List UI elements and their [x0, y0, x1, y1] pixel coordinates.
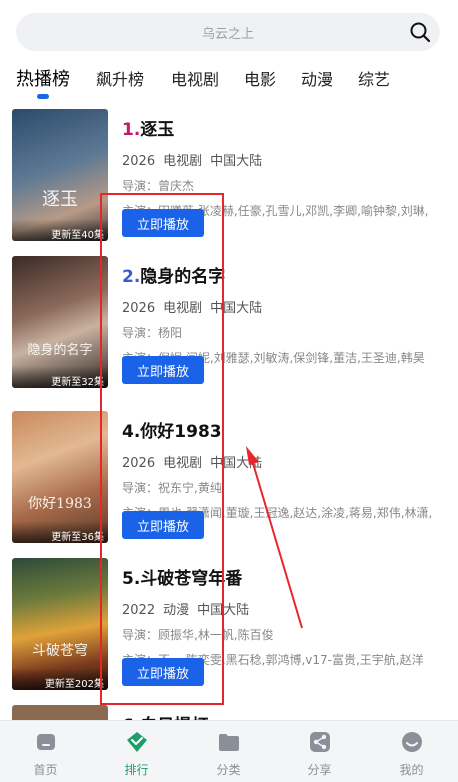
item-type: 电视剧	[163, 301, 203, 316]
poster-image[interactable]	[12, 705, 108, 720]
search-placeholder: 乌云之上	[201, 27, 254, 42]
poster-title: 你好1983	[28, 496, 92, 512]
rank-number: 2.	[122, 267, 141, 287]
item-title-row[interactable]: 5.斗破苍穹年番	[122, 564, 442, 589]
item-title-row[interactable]: 4.你好1983	[122, 417, 442, 442]
play-button[interactable]: 立即播放	[122, 209, 204, 237]
tabbar-label: 分享	[307, 763, 332, 777]
list-item[interactable]: 你好1983 更新至36集 4.你好1983 2026 电视剧 中国大陆 导演：祝东…	[0, 407, 458, 547]
item-info: 2.隐身的名字 2026 电视剧 中国大陆 导演：杨阳 主演：倪妮,闫妮,刘雅瑟,刘…	[122, 262, 442, 366]
tabbar-category[interactable]: 分类	[183, 721, 274, 782]
share-icon	[310, 732, 330, 752]
tabbar-home[interactable]: 首页	[0, 721, 91, 782]
update-badge: 更新至202集	[12, 668, 108, 690]
item-director: 导演：曾庆杰	[122, 179, 195, 193]
folder-icon	[219, 734, 239, 751]
tab-variety[interactable]: 综艺	[358, 66, 390, 90]
item-title: 你好1983	[140, 422, 222, 442]
item-region: 中国大陆	[210, 301, 263, 316]
tab-anime[interactable]: 动漫	[301, 66, 333, 90]
rank-number: 4.	[122, 422, 141, 442]
item-director: 导演：顾振华,林一帆,陈百俊	[122, 628, 274, 642]
play-button[interactable]: 立即播放	[122, 658, 204, 686]
profile-icon	[402, 732, 422, 752]
list-item[interactable]: 逐玉 更新至40集 1.逐玉 2026 电视剧 中国大陆 导演：曾庆杰 主演：田曦薇…	[0, 105, 458, 245]
list-item[interactable]: 斗破苍穹 更新至202集 5.斗破苍穹年番 2022 动漫 中国大陆 导演：顾振华,…	[0, 554, 458, 694]
list-item[interactable]: 隐身的名字 更新至32集 2.隐身的名字 2026 电视剧 中国大陆 导演：杨阳 主…	[0, 252, 458, 392]
poster-title: 斗破苍穹	[32, 643, 88, 659]
rank-number: 5.	[122, 569, 141, 589]
item-meta: 2026 电视剧 中国大陆	[122, 452, 442, 471]
item-meta: 2026 电视剧 中国大陆	[122, 150, 442, 169]
item-title-row[interactable]: 2.隐身的名字	[122, 262, 442, 287]
item-year: 2022	[122, 603, 156, 618]
item-info: 1.逐玉 2026 电视剧 中国大陆 导演：曾庆杰 主演：田曦薇,张凌赫,任豪,孔雪…	[122, 115, 442, 219]
item-meta: 2026 电视剧 中国大陆	[122, 297, 442, 316]
item-year: 2026	[122, 301, 156, 316]
item-info: 4.你好1983 2026 电视剧 中国大陆 导演：祝东宁,黄纯 主演：周也,翟潇闻…	[122, 417, 442, 521]
rank-number: 1.	[122, 120, 141, 140]
home-icon	[37, 734, 55, 750]
poster-image[interactable]: 斗破苍穹 更新至202集	[12, 558, 108, 690]
item-type: 电视剧	[163, 456, 203, 471]
tab-indicator	[37, 94, 49, 99]
item-title[interactable]: 6.白日提灯	[122, 711, 208, 720]
item-type: 电视剧	[163, 154, 203, 169]
tabbar-label: 我的	[399, 763, 424, 777]
item-year: 2026	[122, 456, 156, 471]
tab-rising[interactable]: 飙升榜	[96, 66, 144, 90]
ranking-list: 逐玉 更新至40集 1.逐玉 2026 电视剧 中国大陆 导演：曾庆杰 主演：田曦薇…	[0, 105, 458, 720]
tab-hot[interactable]: 热播榜	[16, 65, 70, 91]
item-title: 逐玉	[140, 120, 175, 140]
item-type: 动漫	[163, 603, 190, 618]
item-title: 隐身的名字	[140, 267, 226, 287]
tabbar-label: 首页	[33, 763, 58, 777]
tabbar-label: 分类	[216, 763, 241, 777]
rank-icon	[127, 732, 147, 752]
search-bar[interactable]: 乌云之上	[16, 13, 440, 51]
item-title-row[interactable]: 1.逐玉	[122, 115, 442, 140]
update-badge: 更新至32集	[12, 366, 108, 388]
item-region: 中国大陆	[197, 603, 250, 618]
poster-image[interactable]: 逐玉 更新至40集	[12, 109, 108, 241]
item-title: 斗破苍穹年番	[140, 569, 243, 589]
update-badge: 更新至40集	[12, 219, 108, 241]
tabbar-profile[interactable]: 我的	[366, 721, 457, 782]
tabbar-label: 排行	[124, 763, 149, 777]
poster-image[interactable]: 隐身的名字 更新至32集	[12, 256, 108, 388]
item-director: 导演：祝东宁,黄纯	[122, 481, 222, 495]
play-button[interactable]: 立即播放	[122, 356, 204, 384]
item-year: 2026	[122, 154, 156, 169]
update-badge: 更新至36集	[12, 521, 108, 543]
bottom-tab-bar: 首页 排行 分类 分享 我的	[0, 720, 458, 782]
poster-image[interactable]: 你好1983 更新至36集	[12, 411, 108, 543]
tabbar-share[interactable]: 分享	[274, 721, 365, 782]
item-meta: 2022 动漫 中国大陆	[122, 599, 442, 618]
play-button[interactable]: 立即播放	[122, 511, 204, 539]
item-region: 中国大陆	[210, 456, 263, 471]
poster-title: 隐身的名字	[27, 343, 93, 358]
tab-tv[interactable]: 电视剧	[171, 66, 219, 90]
item-info: 5.斗破苍穹年番 2022 动漫 中国大陆 导演：顾振华,林一帆,陈百俊 主演：不一…	[122, 564, 442, 668]
item-region: 中国大陆	[210, 154, 263, 169]
tabbar-rank[interactable]: 排行	[91, 721, 182, 782]
search-icon[interactable]	[409, 21, 431, 43]
tab-movie[interactable]: 电影	[244, 66, 276, 90]
item-director: 导演：杨阳	[122, 326, 183, 340]
poster-title: 逐玉	[42, 189, 78, 210]
ranking-tabs: 热播榜 飙升榜 电视剧 电影 动漫 综艺	[0, 62, 458, 102]
